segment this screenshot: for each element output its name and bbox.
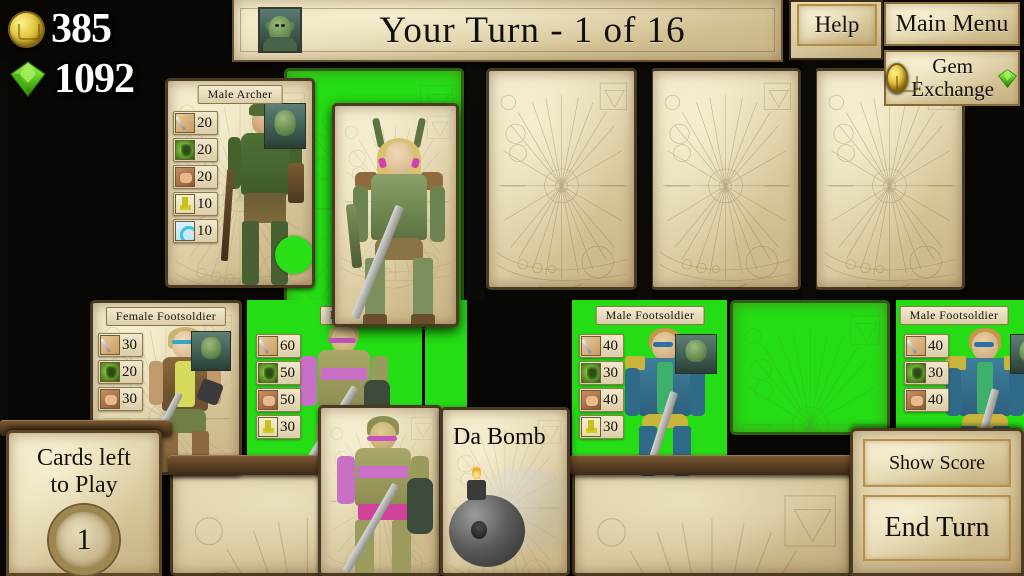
fist-icon — [906, 390, 926, 410]
gem-exchange-button[interactable]: Gem Exchange — [884, 50, 1020, 106]
stat-row: 20 — [173, 138, 218, 162]
resource-hud: 385 1092 — [8, 4, 228, 104]
bomb-fuse-neck — [467, 480, 486, 500]
sword-icon — [258, 336, 278, 356]
cards-left-line2: to Play — [50, 472, 118, 498]
boot-icon — [258, 417, 278, 437]
fist-icon — [100, 389, 120, 409]
turn-banner: Your Turn - 1 of 16 — [232, 0, 783, 62]
cards-left-count: 1 — [49, 505, 119, 575]
gem-icon — [10, 61, 46, 97]
card-stats: 30 20 30 — [98, 333, 143, 411]
gem-exchange-label: Gem Exchange — [911, 55, 994, 101]
orc-portrait-icon — [258, 7, 302, 53]
bomb-icon — [449, 495, 525, 567]
dragged-card[interactable] — [332, 103, 459, 327]
card-artwork — [333, 416, 433, 573]
shield-icon — [906, 363, 926, 383]
shield-icon — [581, 363, 601, 383]
card-portrait-icon — [675, 334, 717, 374]
dragged-card-artwork — [343, 116, 455, 324]
card-stats: 40 30 40 — [904, 334, 949, 412]
gem-exchange-line2: Exchange — [911, 77, 994, 101]
fist-icon — [258, 390, 278, 410]
card-name: Male Footsoldier — [595, 306, 705, 325]
card-male-footsoldier-1[interactable]: Male Footsoldier 40 30 40 30 — [575, 302, 725, 476]
empty-card-slot[interactable] — [572, 470, 852, 576]
stat-row: 40 — [579, 388, 624, 412]
stat-row: 50 — [256, 388, 301, 412]
stat-row: 30 — [98, 387, 143, 411]
sword-icon — [100, 335, 120, 355]
main-menu-button[interactable]: Main Menu — [884, 2, 1020, 46]
da-bomb-card[interactable]: Da Bomb — [440, 407, 570, 576]
wooden-ledge — [570, 455, 855, 475]
card-portrait-icon — [264, 103, 306, 149]
cards-left-line1: Cards left — [37, 445, 131, 471]
end-turn-button[interactable]: End Turn — [863, 495, 1011, 561]
stat-row: 10 — [173, 219, 218, 243]
shield-icon — [258, 363, 278, 383]
stat-row: 30 — [904, 361, 949, 385]
shield-icon — [100, 362, 120, 382]
card-portrait-icon — [1010, 334, 1024, 374]
gem-exchange-line1: Gem — [932, 54, 974, 78]
gold-value: 385 — [51, 6, 112, 52]
stat-row: 30 — [256, 415, 301, 439]
card-name: Female Footsoldier — [105, 307, 227, 326]
board-seam — [802, 60, 816, 300]
gem-icon — [998, 68, 1017, 88]
stat-row: 40 — [904, 388, 949, 412]
board-seam — [466, 60, 484, 300]
stat-row: 30 — [579, 361, 624, 385]
stat-row: 40 — [579, 334, 624, 358]
ready-marker-icon — [275, 236, 312, 274]
empty-card-slot[interactable] — [650, 68, 801, 290]
stat-row: 20 — [173, 111, 218, 135]
sword-icon — [175, 113, 195, 133]
boot-icon — [581, 417, 601, 437]
cards-left-panel: Cards left to Play 1 — [6, 430, 162, 576]
card-stats: 60 50 50 30 — [256, 334, 301, 439]
stat-row: 30 — [98, 333, 143, 357]
sword-icon — [906, 336, 926, 356]
highlighted-drop-slot[interactable] — [730, 300, 890, 435]
stat-row: 20 — [98, 360, 143, 384]
orb-icon — [175, 221, 195, 241]
turn-title: Your Turn - 1 of 16 — [379, 9, 686, 51]
card-portrait-icon — [191, 331, 231, 371]
coin-icon — [8, 10, 45, 48]
card-stats: 40 30 40 30 — [579, 334, 624, 439]
help-button[interactable]: Help — [797, 4, 877, 46]
bomb-spark-icon — [472, 466, 481, 479]
gem-counter: 1092 — [8, 54, 228, 104]
action-panel: Show Score End Turn — [850, 428, 1024, 576]
gem-value: 1092 — [54, 56, 135, 102]
game-screen: Male Archer 20 20 20 10 10 Female Footso… — [0, 0, 1024, 576]
empty-card-slot[interactable] — [486, 68, 637, 290]
board-seam — [638, 60, 652, 300]
stat-row: 20 — [173, 165, 218, 189]
card-stats: 20 20 20 10 10 — [173, 111, 218, 243]
gold-counter: 385 — [8, 4, 228, 54]
stat-row: 40 — [904, 334, 949, 358]
stat-row: 50 — [256, 361, 301, 385]
stat-row: 60 — [256, 334, 301, 358]
fist-icon — [175, 167, 195, 187]
card-name: Male Footsoldier — [899, 306, 1009, 325]
stat-row: 10 — [173, 192, 218, 216]
sword-icon — [581, 336, 601, 356]
stat-row: 30 — [579, 415, 624, 439]
da-bomb-title: Da Bomb — [453, 424, 546, 450]
card-male-archer[interactable]: Male Archer 20 20 20 10 10 — [165, 78, 315, 288]
fist-icon — [581, 390, 601, 410]
coin-icon — [886, 63, 919, 93]
boot-icon — [175, 194, 195, 214]
show-score-button[interactable]: Show Score — [863, 439, 1011, 487]
shield-icon — [175, 140, 195, 160]
card-bottom-row-knight[interactable] — [318, 405, 442, 576]
